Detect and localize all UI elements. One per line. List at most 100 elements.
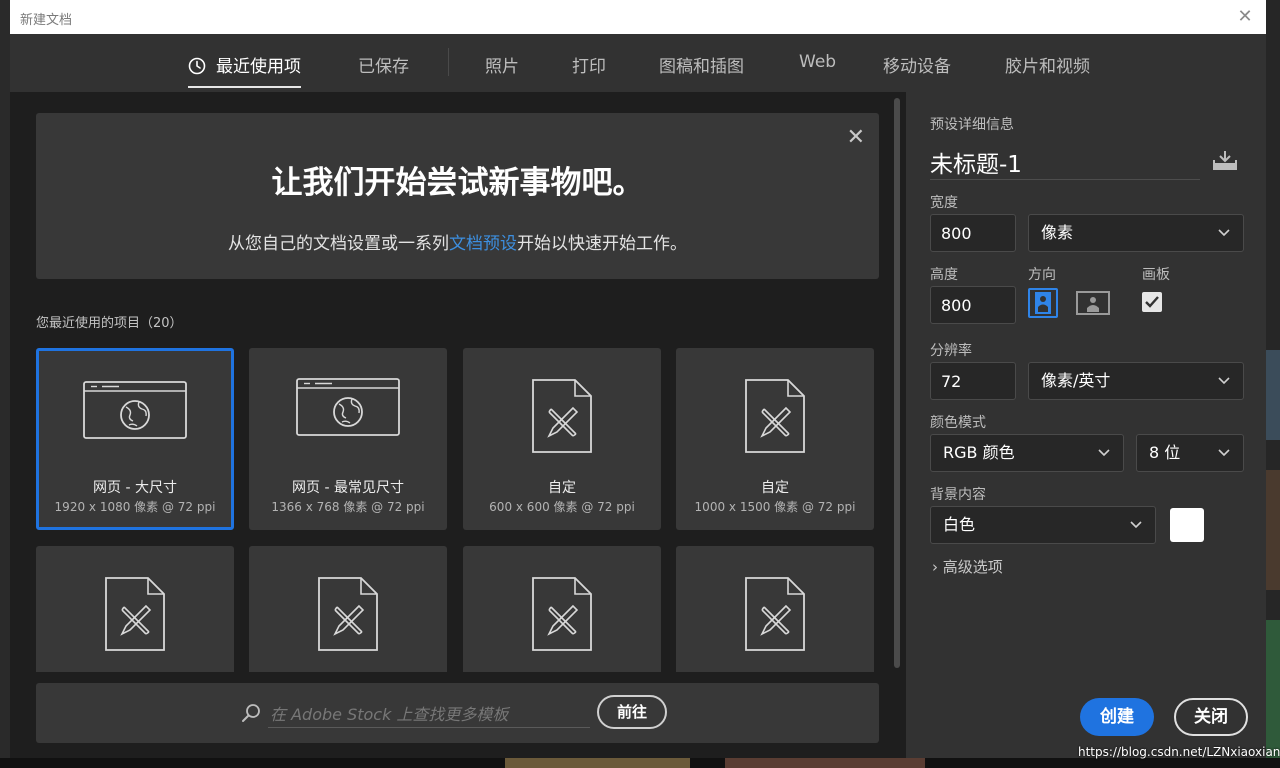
tab-web[interactable]: Web xyxy=(799,52,836,90)
checkmark-icon xyxy=(1145,296,1159,308)
close-icon[interactable]: ✕ xyxy=(847,125,865,150)
preset-card[interactable] xyxy=(463,546,661,672)
go-button[interactable]: 前往 xyxy=(597,695,667,729)
chevron-down-icon xyxy=(1218,377,1230,385)
bit-depth-dropdown[interactable]: 8 位 xyxy=(1136,434,1244,472)
chevron-down-icon xyxy=(1218,229,1230,237)
preset-card[interactable]: 自定 600 x 600 像素 @ 72 ppi xyxy=(463,348,661,530)
width-field[interactable] xyxy=(930,214,1016,252)
preset-name: 自定 xyxy=(761,480,789,496)
dropdown-value: RGB 颜色 xyxy=(943,443,1015,462)
custom-doc-icon xyxy=(745,577,805,651)
tab-art-illustration[interactable]: 图稿和插图 xyxy=(659,52,744,90)
welcome-subtitle-text: 开始以快速开始工作。 xyxy=(517,234,687,254)
preset-size: 1000 x 1500 像素 @ 72 ppi xyxy=(694,500,856,514)
recent-label-text: 您最近使用的项目 xyxy=(36,316,141,331)
create-button[interactable]: 创建 xyxy=(1080,698,1154,736)
preset-card[interactable] xyxy=(676,546,874,672)
preset-card[interactable]: 网页 - 最常见尺寸 1366 x 768 像素 @ 72 ppi xyxy=(249,348,447,530)
height-label: 高度 xyxy=(930,267,958,283)
chevron-down-icon xyxy=(1098,449,1110,457)
recent-items-label: 您最近使用的项目（20） xyxy=(36,312,183,331)
presets-scrollbar[interactable] xyxy=(894,98,900,668)
watermark-text: https://blog.csdn.net/LZNxiaoxiang xyxy=(1078,745,1280,759)
welcome-subtitle: 从您自己的文档设置或一系列文档预设开始以快速开始工作。 xyxy=(36,229,879,254)
dialog-title: 新建文档 xyxy=(20,13,73,28)
preset-category-tabs: 最近使用项 已保存 照片 打印 图稿和插图 Web 移动设备 胶片和视频 xyxy=(10,34,1266,93)
preset-details-pane: 预设详细信息 宽度 像素 高度 方向 画板 分辨率 像素/英寸 颜色模式 RG xyxy=(906,92,1266,758)
tab-label: 照片 xyxy=(485,57,519,77)
color-mode-dropdown[interactable]: RGB 颜色 xyxy=(930,434,1124,472)
document-name-field[interactable] xyxy=(930,145,1200,180)
search-icon xyxy=(242,704,260,722)
tab-mobile[interactable]: 移动设备 xyxy=(883,52,951,90)
background-thumbnail xyxy=(505,758,690,768)
advanced-options-toggle[interactable]: › 高级选项 xyxy=(932,556,1003,577)
close-icon[interactable]: ✕ xyxy=(1234,6,1256,28)
resolution-field[interactable] xyxy=(930,362,1016,400)
document-presets-link[interactable]: 文档预设 xyxy=(449,234,517,254)
landscape-icon xyxy=(1076,291,1110,315)
tab-label: 已保存 xyxy=(358,57,409,77)
tab-label: 最近使用项 xyxy=(216,57,301,77)
background-contents-dropdown[interactable]: 白色 xyxy=(930,506,1156,544)
tab-film-video[interactable]: 胶片和视频 xyxy=(1005,52,1090,90)
background-thumbnail xyxy=(1266,350,1280,440)
artboard-label: 画板 xyxy=(1142,267,1170,283)
custom-doc-icon xyxy=(745,379,805,453)
save-preset-icon[interactable] xyxy=(1212,150,1238,170)
stock-search-input[interactable] xyxy=(268,701,590,728)
portrait-icon xyxy=(1035,292,1051,314)
color-mode-label: 颜色模式 xyxy=(930,415,986,431)
dropdown-value: 像素 xyxy=(1041,223,1074,242)
tab-label: 打印 xyxy=(572,57,606,77)
background-app-right xyxy=(1266,0,1280,768)
preset-card[interactable] xyxy=(36,546,234,672)
preset-card[interactable]: 网页 - 大尺寸 1920 x 1080 像素 @ 72 ppi xyxy=(36,348,234,530)
custom-doc-icon xyxy=(532,379,592,453)
adobe-stock-search-bar: 前往 xyxy=(36,683,879,743)
preset-details-label: 预设详细信息 xyxy=(930,117,1014,133)
height-field[interactable] xyxy=(930,286,1016,324)
orientation-portrait-button[interactable] xyxy=(1028,288,1058,318)
background-thumbnail xyxy=(725,758,925,768)
preset-card[interactable] xyxy=(249,546,447,672)
dropdown-value: 8 位 xyxy=(1149,443,1181,462)
preset-card[interactable]: 自定 1000 x 1500 像素 @ 72 ppi xyxy=(676,348,874,530)
dropdown-value: 白色 xyxy=(943,515,976,534)
web-globe-icon xyxy=(296,378,400,436)
orientation-landscape-button[interactable] xyxy=(1076,288,1110,318)
chevron-down-icon xyxy=(1130,521,1142,529)
close-button[interactable]: 关闭 xyxy=(1174,698,1248,736)
tab-label: Web xyxy=(799,52,837,72)
tab-saved[interactable]: 已保存 xyxy=(358,52,409,90)
preset-name: 自定 xyxy=(548,480,576,496)
artboard-checkbox[interactable] xyxy=(1142,292,1162,312)
orientation-label: 方向 xyxy=(1028,267,1056,283)
background-color-swatch[interactable] xyxy=(1170,508,1204,542)
custom-doc-icon xyxy=(318,577,378,651)
welcome-banner: ✕ 让我们开始尝试新事物吧。 从您自己的文档设置或一系列文档预设开始以快速开始工… xyxy=(36,113,879,279)
welcome-heading: 让我们开始尝试新事物吧。 xyxy=(271,165,644,201)
background-app-bottom xyxy=(0,758,1280,768)
tab-recent[interactable]: 最近使用项 xyxy=(188,52,301,90)
preset-size: 1366 x 768 像素 @ 72 ppi xyxy=(271,500,425,514)
new-document-dialog: 新建文档 ✕ 最近使用项 已保存 照片 打印 图稿和插图 Web 移动设备 胶片… xyxy=(10,0,1266,758)
tab-label: 胶片和视频 xyxy=(1005,57,1090,77)
chevron-down-icon xyxy=(1218,449,1230,457)
tab-print[interactable]: 打印 xyxy=(572,52,606,90)
recent-count: （20） xyxy=(140,316,183,331)
tab-label: 图稿和插图 xyxy=(659,57,744,77)
custom-doc-icon xyxy=(105,577,165,651)
presets-pane: ✕ 让我们开始尝试新事物吧。 从您自己的文档设置或一系列文档预设开始以快速开始工… xyxy=(10,92,906,758)
chevron-right-icon: › xyxy=(932,558,938,576)
tab-photo[interactable]: 照片 xyxy=(485,52,519,90)
dialog-titlebar: 新建文档 ✕ xyxy=(10,0,1266,34)
advanced-options-label: 高级选项 xyxy=(942,558,1003,576)
resolution-unit-dropdown[interactable]: 像素/英寸 xyxy=(1028,362,1244,400)
width-label: 宽度 xyxy=(930,195,958,211)
welcome-subtitle-text: 从您自己的文档设置或一系列 xyxy=(228,234,449,254)
preset-size: 1920 x 1080 像素 @ 72 ppi xyxy=(54,500,216,514)
width-unit-dropdown[interactable]: 像素 xyxy=(1028,214,1244,252)
preset-name: 网页 - 大尺寸 xyxy=(93,480,177,496)
